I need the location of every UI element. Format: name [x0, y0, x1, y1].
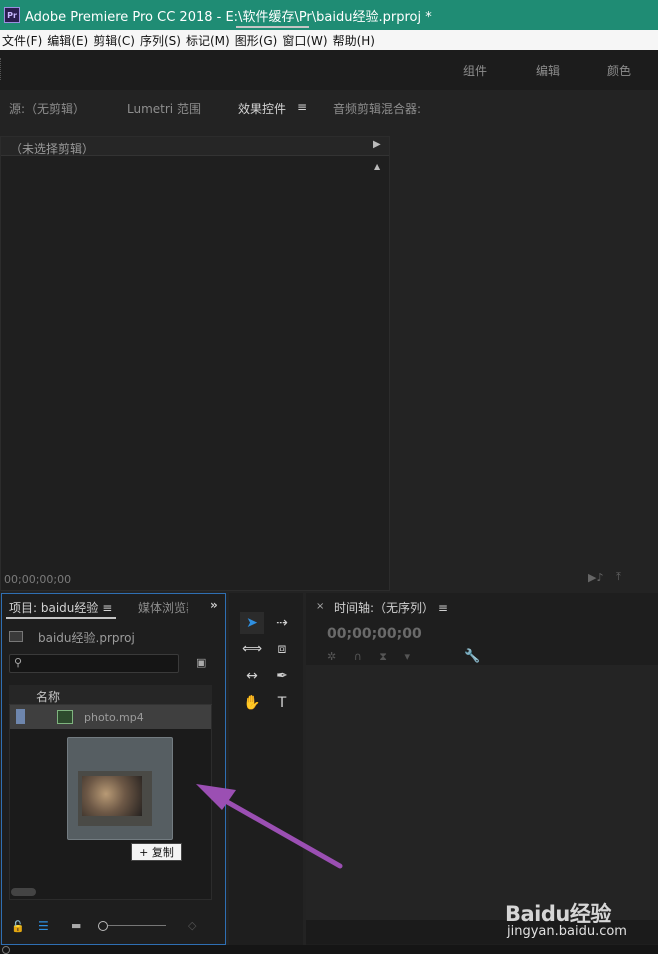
annotation-arrow — [196, 784, 343, 869]
baidu-watermark-url: jingyan.baidu.com — [507, 924, 627, 939]
